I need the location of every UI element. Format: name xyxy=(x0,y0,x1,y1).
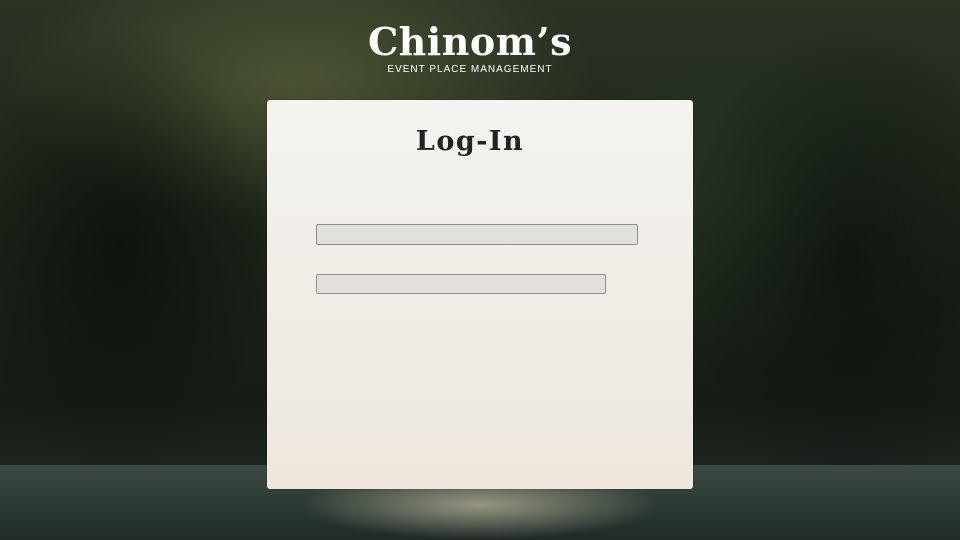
password-input[interactable] xyxy=(316,274,606,294)
login-card: Log-In xyxy=(267,100,693,489)
login-title: Log-In xyxy=(415,126,525,157)
background-foliage-left xyxy=(0,0,270,540)
background-foliage-right xyxy=(690,0,960,540)
username-input[interactable] xyxy=(316,224,638,245)
brand-tagline: EVENT PLACE MANAGEMENT xyxy=(387,64,553,75)
brand-logo: Chinom’s EVENT PLACE MANAGEMENT xyxy=(340,20,600,76)
brand-name: Chinom’s xyxy=(367,19,573,64)
